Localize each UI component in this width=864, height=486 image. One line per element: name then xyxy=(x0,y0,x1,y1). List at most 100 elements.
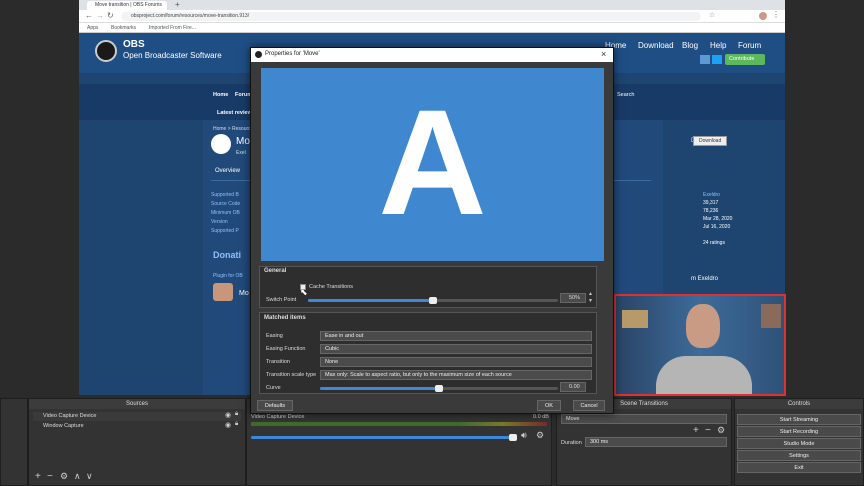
twitter-icon[interactable] xyxy=(712,55,722,64)
mouse-cursor-icon: ⬉ xyxy=(300,287,308,297)
cancel-label: Cancel xyxy=(580,403,598,409)
add-transition-icon[interactable]: + xyxy=(693,425,699,436)
bookmark-bookmarks[interactable]: Bookmarks xyxy=(111,25,136,31)
remove-transition-icon[interactable]: − xyxy=(705,425,711,436)
start-recording-label: Start Recording xyxy=(779,429,819,435)
easing-function-select[interactable]: Cubic xyxy=(320,344,592,354)
resource-author[interactable]: Exel xyxy=(236,150,246,156)
more-author-avatar[interactable] xyxy=(213,283,233,301)
curve-value: 0.00 xyxy=(569,384,580,390)
move-up-icon[interactable]: ∧ xyxy=(74,471,81,482)
source-item-2[interactable]: Window Capture ◉ 🔒︎ xyxy=(33,421,241,431)
nav-help[interactable]: Help xyxy=(710,41,726,50)
obs-logo-icon[interactable] xyxy=(95,40,117,62)
mixer-gear-icon[interactable]: ⚙ xyxy=(536,430,544,441)
profile-avatar[interactable] xyxy=(759,12,767,20)
nav-download[interactable]: Download xyxy=(638,41,674,50)
forum-nav-home[interactable]: Home xyxy=(213,92,228,98)
address-bar-row: ← → ↻ obsproject.com/forum/resources/mov… xyxy=(79,10,785,23)
source-name-1: Video Capture Device xyxy=(43,413,97,419)
scenes-panel xyxy=(0,398,28,486)
curve-slider[interactable] xyxy=(320,385,558,392)
settings-button[interactable]: Settings xyxy=(737,450,861,461)
move-down-icon[interactable]: ∨ xyxy=(86,471,93,482)
lock-icon[interactable]: 🔒︎ xyxy=(235,421,238,428)
exit-button[interactable]: Exit xyxy=(737,462,861,473)
close-icon[interactable]: × xyxy=(601,49,606,59)
forum-search[interactable]: Search xyxy=(617,92,634,98)
browser-tab-bar: Move transition | OBS Forums + xyxy=(79,0,785,10)
remove-source-icon[interactable]: − xyxy=(47,471,53,482)
eye-icon[interactable]: ◉ xyxy=(225,411,231,419)
volume-slider-knob[interactable] xyxy=(509,434,517,441)
spin-down-icon[interactable]: ▼ xyxy=(588,298,593,304)
start-recording-button[interactable]: Start Recording xyxy=(737,426,861,437)
lock-icon[interactable]: 🔒︎ xyxy=(235,411,238,418)
easing-select[interactable]: Ease in and out xyxy=(320,331,592,341)
easing-label: Easing xyxy=(266,333,283,339)
bookmark-imported[interactable]: Imported From Fire... xyxy=(149,25,196,31)
start-streaming-button[interactable]: Start Streaming xyxy=(737,414,861,425)
info-value-author[interactable]: Exeldro xyxy=(703,192,720,198)
overview-tab[interactable]: Overview xyxy=(215,168,240,174)
contribute-button[interactable]: Contribute xyxy=(725,54,765,65)
browser-menu-icon[interactable]: ⋮ xyxy=(772,10,780,19)
url-input[interactable]: obsproject.com/forum/resources/move-tran… xyxy=(121,12,701,21)
info-value-2: 78,236 xyxy=(703,208,719,214)
gear-icon[interactable]: ⚙ xyxy=(60,471,68,482)
new-tab-icon[interactable]: + xyxy=(175,0,180,9)
volume-slider[interactable] xyxy=(251,436,517,439)
mixer-source-name: Video Capture Device xyxy=(251,414,305,420)
ok-button[interactable]: OK xyxy=(537,400,561,411)
forward-icon[interactable]: → xyxy=(96,11,104,20)
switch-point-knob[interactable] xyxy=(429,297,437,304)
facebook-icon[interactable] xyxy=(700,55,710,64)
donations-heading: Donati xyxy=(213,250,241,260)
curve-fill xyxy=(320,387,439,390)
source-item-1[interactable]: Video Capture Device ◉ 🔒︎ xyxy=(33,411,241,421)
curve-knob[interactable] xyxy=(435,385,443,392)
controls-panel: Controls Start Streaming Start Recording… xyxy=(734,398,864,486)
cancel-button[interactable]: Cancel xyxy=(573,400,605,411)
source-name-2: Window Capture xyxy=(43,423,84,429)
properties-dialog: Properties for 'Move' × A General Cache … xyxy=(250,47,614,414)
contribute-label: Contribute xyxy=(729,56,755,62)
eye-icon[interactable]: ◉ xyxy=(225,421,231,429)
switch-point-spinbox[interactable]: 50% xyxy=(560,293,586,303)
switch-point-fill xyxy=(308,299,433,302)
reload-icon[interactable]: ↻ xyxy=(107,11,114,20)
download-button-frame[interactable]: Download xyxy=(693,136,727,146)
duration-input[interactable]: 300 ms xyxy=(585,437,727,447)
transition-select[interactable]: Move xyxy=(561,414,727,424)
switch-point-label: Switch Point xyxy=(266,297,297,303)
nav-forum[interactable]: Forum xyxy=(738,41,761,50)
nav-blog[interactable]: Blog xyxy=(682,41,698,50)
scale-type-select[interactable]: Max only: Scale to aspect ratio, but onl… xyxy=(320,370,592,380)
mixer-db: 0.0 dB xyxy=(533,414,549,420)
speaker-icon[interactable]: 🔊︎ xyxy=(521,430,527,441)
star-icon[interactable]: ☆ xyxy=(709,11,715,19)
dialog-title: Properties for 'Move' xyxy=(265,51,320,57)
browser-tab[interactable]: Move transition | OBS Forums xyxy=(87,1,167,10)
spin-up-icon[interactable]: ▲ xyxy=(588,291,593,297)
back-icon[interactable]: ← xyxy=(85,11,93,20)
bookmark-apps[interactable]: Apps xyxy=(87,25,98,31)
info-value-3: Mar 28, 2020 xyxy=(703,216,733,222)
dialog-titlebar[interactable]: Properties for 'Move' × xyxy=(251,48,613,62)
wall-shelf xyxy=(761,304,781,328)
scale-type-value: Max only: Scale to aspect ratio, but onl… xyxy=(325,372,512,378)
logo-title[interactable]: OBS xyxy=(123,39,145,50)
transition-gear-icon[interactable]: ⚙ xyxy=(717,425,725,436)
curve-spinbox[interactable]: 0.00 xyxy=(560,382,586,392)
transition-select-dialog[interactable]: None xyxy=(320,357,592,367)
author-right[interactable]: m Exeldro xyxy=(691,276,718,282)
add-source-icon[interactable]: + xyxy=(35,471,41,482)
switch-point-slider[interactable] xyxy=(308,297,558,304)
person-shirt xyxy=(656,356,752,394)
start-streaming-label: Start Streaming xyxy=(779,417,819,423)
transition-selected: Move xyxy=(566,416,580,422)
resource-title: Mo xyxy=(236,136,250,147)
studio-mode-button[interactable]: Studio Mode xyxy=(737,438,861,449)
ok-label: OK xyxy=(545,403,553,409)
defaults-button[interactable]: Defaults xyxy=(257,400,293,411)
